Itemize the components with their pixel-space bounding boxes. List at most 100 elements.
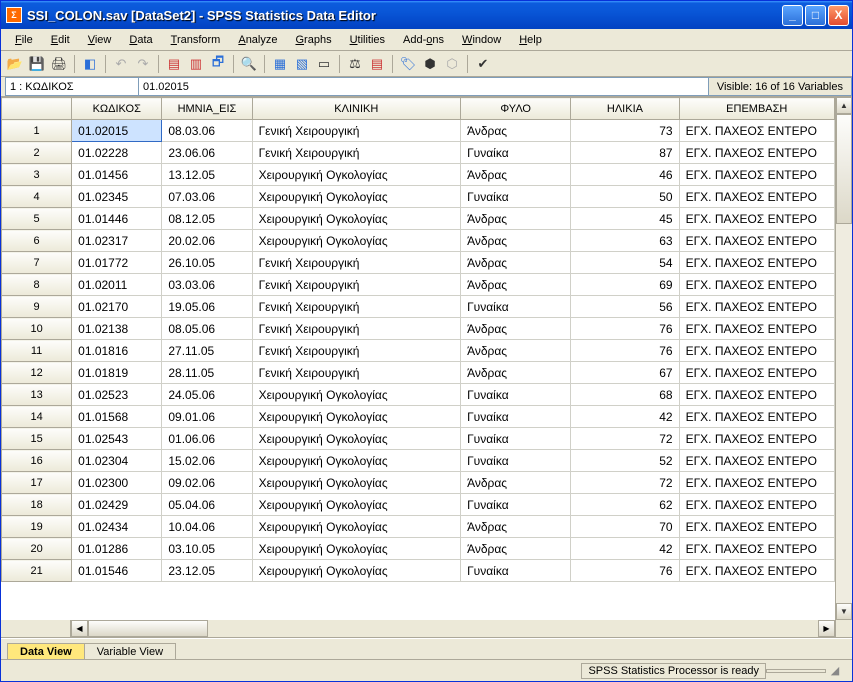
data-cell[interactable]: ΕΓΧ. ΠΑΧΕΟΣ ΕΝΤΕΡΟ — [679, 406, 834, 428]
data-cell[interactable]: Γενική Χειρουργική — [252, 142, 461, 164]
data-cell[interactable]: ΕΓΧ. ΠΑΧΕΟΣ ΕΝΤΕΡΟ — [679, 164, 834, 186]
menu-utilities[interactable]: Utilities — [342, 32, 393, 48]
menu-edit[interactable]: Edit — [43, 32, 78, 48]
vscroll-track[interactable] — [836, 114, 852, 603]
data-cell[interactable]: 01.02434 — [72, 516, 162, 538]
open-icon[interactable]: 📂 — [5, 54, 25, 74]
data-cell[interactable]: 01.02300 — [72, 472, 162, 494]
data-cell[interactable]: 01.02228 — [72, 142, 162, 164]
data-cell[interactable]: 07.03.06 — [162, 186, 252, 208]
col-header[interactable]: ΦΥΛΟ — [461, 98, 571, 120]
row-header[interactable]: 2 — [2, 142, 72, 164]
data-cell[interactable]: 01.02138 — [72, 318, 162, 340]
data-cell[interactable]: 87 — [571, 142, 679, 164]
row-header[interactable]: 21 — [2, 560, 72, 582]
data-cell[interactable]: ΕΓΧ. ΠΑΧΕΟΣ ΕΝΤΕΡΟ — [679, 516, 834, 538]
data-cell[interactable]: 01.01568 — [72, 406, 162, 428]
spell-check-icon[interactable]: ✔ — [473, 54, 493, 74]
insert-variable-icon[interactable]: ▧ — [292, 54, 312, 74]
data-cell[interactable]: Άνδρας — [461, 340, 571, 362]
data-cell[interactable]: 19.05.06 — [162, 296, 252, 318]
data-cell[interactable]: 01.02304 — [72, 450, 162, 472]
data-cell[interactable]: 72 — [571, 472, 679, 494]
data-cell[interactable]: ΕΓΧ. ΠΑΧΕΟΣ ΕΝΤΕΡΟ — [679, 538, 834, 560]
data-sheet[interactable]: ΚΩΔΙΚΟΣ ΗΜΝΙΑ_ΕΙΣ ΚΛΙΝΙΚΗ ΦΥΛΟ ΗΛΙΚΙΑ ΕΠ… — [1, 97, 835, 620]
col-header[interactable]: ΚΩΔΙΚΟΣ — [72, 98, 162, 120]
data-cell[interactable]: 62 — [571, 494, 679, 516]
menu-graphs[interactable]: Graphs — [287, 32, 339, 48]
menu-window[interactable]: Window — [454, 32, 509, 48]
data-cell[interactable]: Χειρουργική Ογκολογίας — [252, 472, 461, 494]
data-cell[interactable]: Άνδρας — [461, 164, 571, 186]
minimize-button[interactable]: _ — [782, 5, 803, 26]
data-cell[interactable]: ΕΓΧ. ΠΑΧΕΟΣ ΕΝΤΕΡΟ — [679, 450, 834, 472]
data-cell[interactable]: 09.02.06 — [162, 472, 252, 494]
row-header[interactable]: 20 — [2, 538, 72, 560]
data-cell[interactable]: 24.05.06 — [162, 384, 252, 406]
data-cell[interactable]: 52 — [571, 450, 679, 472]
data-cell[interactable]: Γενική Χειρουργική — [252, 274, 461, 296]
data-cell[interactable]: 08.12.05 — [162, 208, 252, 230]
data-cell[interactable]: 76 — [571, 318, 679, 340]
data-cell[interactable]: Χειρουργική Ογκολογίας — [252, 164, 461, 186]
data-cell[interactable]: 23.06.06 — [162, 142, 252, 164]
menu-file[interactable]: File — [7, 32, 41, 48]
data-cell[interactable]: Άνδρας — [461, 274, 571, 296]
row-header[interactable]: 3 — [2, 164, 72, 186]
save-icon[interactable]: 💾 — [27, 54, 47, 74]
data-cell[interactable]: 01.01286 — [72, 538, 162, 560]
row-header[interactable]: 4 — [2, 186, 72, 208]
col-header[interactable]: ΚΛΙΝΙΚΗ — [252, 98, 461, 120]
dialog-recall-icon[interactable]: ◧ — [80, 54, 100, 74]
data-cell[interactable]: Γενική Χειρουργική — [252, 252, 461, 274]
data-cell[interactable]: Χειρουργική Ογκολογίας — [252, 450, 461, 472]
weight-cases-icon[interactable]: ⚖ — [345, 54, 365, 74]
data-cell[interactable]: Χειρουργική Ογκολογίας — [252, 230, 461, 252]
data-cell[interactable]: 63 — [571, 230, 679, 252]
data-cell[interactable]: ΕΓΧ. ΠΑΧΕΟΣ ΕΝΤΕΡΟ — [679, 428, 834, 450]
data-cell[interactable]: ΕΓΧ. ΠΑΧΕΟΣ ΕΝΤΕΡΟ — [679, 296, 834, 318]
data-cell[interactable]: ΕΓΧ. ΠΑΧΕΟΣ ΕΝΤΕΡΟ — [679, 560, 834, 582]
undo-icon[interactable]: ↶ — [111, 54, 131, 74]
variables-icon[interactable]: 🗗 — [208, 54, 228, 74]
data-cell[interactable]: ΕΓΧ. ΠΑΧΕΟΣ ΕΝΤΕΡΟ — [679, 230, 834, 252]
data-cell[interactable]: ΕΓΧ. ΠΑΧΕΟΣ ΕΝΤΕΡΟ — [679, 142, 834, 164]
data-cell[interactable]: ΕΓΧ. ΠΑΧΕΟΣ ΕΝΤΕΡΟ — [679, 186, 834, 208]
data-cell[interactable]: 46 — [571, 164, 679, 186]
data-cell[interactable]: Χειρουργική Ογκολογίας — [252, 538, 461, 560]
data-cell[interactable]: Άνδρας — [461, 538, 571, 560]
vscroll-thumb[interactable] — [836, 114, 852, 224]
data-cell[interactable]: 01.06.06 — [162, 428, 252, 450]
data-cell[interactable]: Γυναίκα — [461, 142, 571, 164]
data-cell[interactable]: Χειρουργική Ογκολογίας — [252, 186, 461, 208]
data-cell[interactable]: 01.01446 — [72, 208, 162, 230]
data-cell[interactable]: ΕΓΧ. ΠΑΧΕΟΣ ΕΝΤΕΡΟ — [679, 120, 834, 142]
value-labels-icon[interactable]: 🏷 — [398, 54, 418, 74]
data-cell[interactable]: 10.04.06 — [162, 516, 252, 538]
data-cell[interactable]: 01.02345 — [72, 186, 162, 208]
scroll-down-icon[interactable]: ▼ — [836, 603, 852, 620]
row-header[interactable]: 6 — [2, 230, 72, 252]
data-cell[interactable]: 01.02170 — [72, 296, 162, 318]
redo-icon[interactable]: ↷ — [133, 54, 153, 74]
data-cell[interactable]: Γενική Χειρουργική — [252, 120, 461, 142]
row-header[interactable]: 12 — [2, 362, 72, 384]
row-header[interactable]: 9 — [2, 296, 72, 318]
data-cell[interactable]: 45 — [571, 208, 679, 230]
data-cell[interactable]: Άνδρας — [461, 252, 571, 274]
data-cell[interactable]: 01.02317 — [72, 230, 162, 252]
vertical-scrollbar[interactable]: ▲ ▼ — [835, 97, 852, 620]
menu-data[interactable]: Data — [121, 32, 160, 48]
corner-cell[interactable] — [2, 98, 72, 120]
data-cell[interactable]: 09.01.06 — [162, 406, 252, 428]
row-header[interactable]: 7 — [2, 252, 72, 274]
col-header[interactable]: ΕΠΕΜΒΑΣΗ — [679, 98, 834, 120]
row-header[interactable]: 18 — [2, 494, 72, 516]
data-cell[interactable]: 27.11.05 — [162, 340, 252, 362]
scroll-right-icon[interactable]: ▶ — [818, 620, 835, 637]
resize-grip-icon[interactable]: ◢ — [826, 662, 844, 680]
row-header[interactable]: 19 — [2, 516, 72, 538]
data-cell[interactable]: Γενική Χειρουργική — [252, 362, 461, 384]
data-cell[interactable]: Άνδρας — [461, 208, 571, 230]
data-cell[interactable]: Γυναίκα — [461, 450, 571, 472]
